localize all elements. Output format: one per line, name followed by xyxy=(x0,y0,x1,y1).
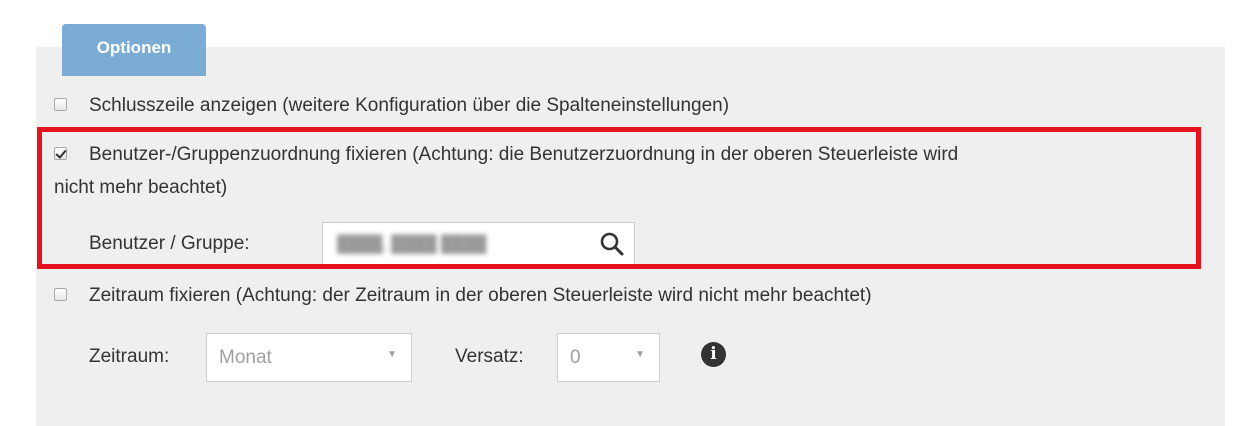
period-select[interactable]: Monat ▼ xyxy=(206,333,412,382)
period-select-value: Monat xyxy=(219,347,272,368)
tab-optionen[interactable]: Optionen xyxy=(62,24,206,76)
fix-period-label: Zeitraum fixieren (Achtung: der Zeitraum… xyxy=(89,285,872,306)
offset-select-value: 0 xyxy=(570,347,581,368)
caret-down-icon: ▼ xyxy=(387,349,397,360)
highlight-frame xyxy=(37,127,1201,269)
period-label: Zeitraum: xyxy=(89,346,170,367)
caret-down-icon: ▼ xyxy=(635,349,645,360)
offset-label: Versatz: xyxy=(455,346,524,367)
fix-period-checkbox[interactable] xyxy=(54,288,67,301)
summary-row-checkbox[interactable] xyxy=(54,98,67,111)
info-icon[interactable]: i xyxy=(701,342,726,367)
summary-row-label: Schlusszeile anzeigen (weitere Konfigura… xyxy=(89,95,730,116)
offset-select[interactable]: 0 ▼ xyxy=(557,333,660,382)
